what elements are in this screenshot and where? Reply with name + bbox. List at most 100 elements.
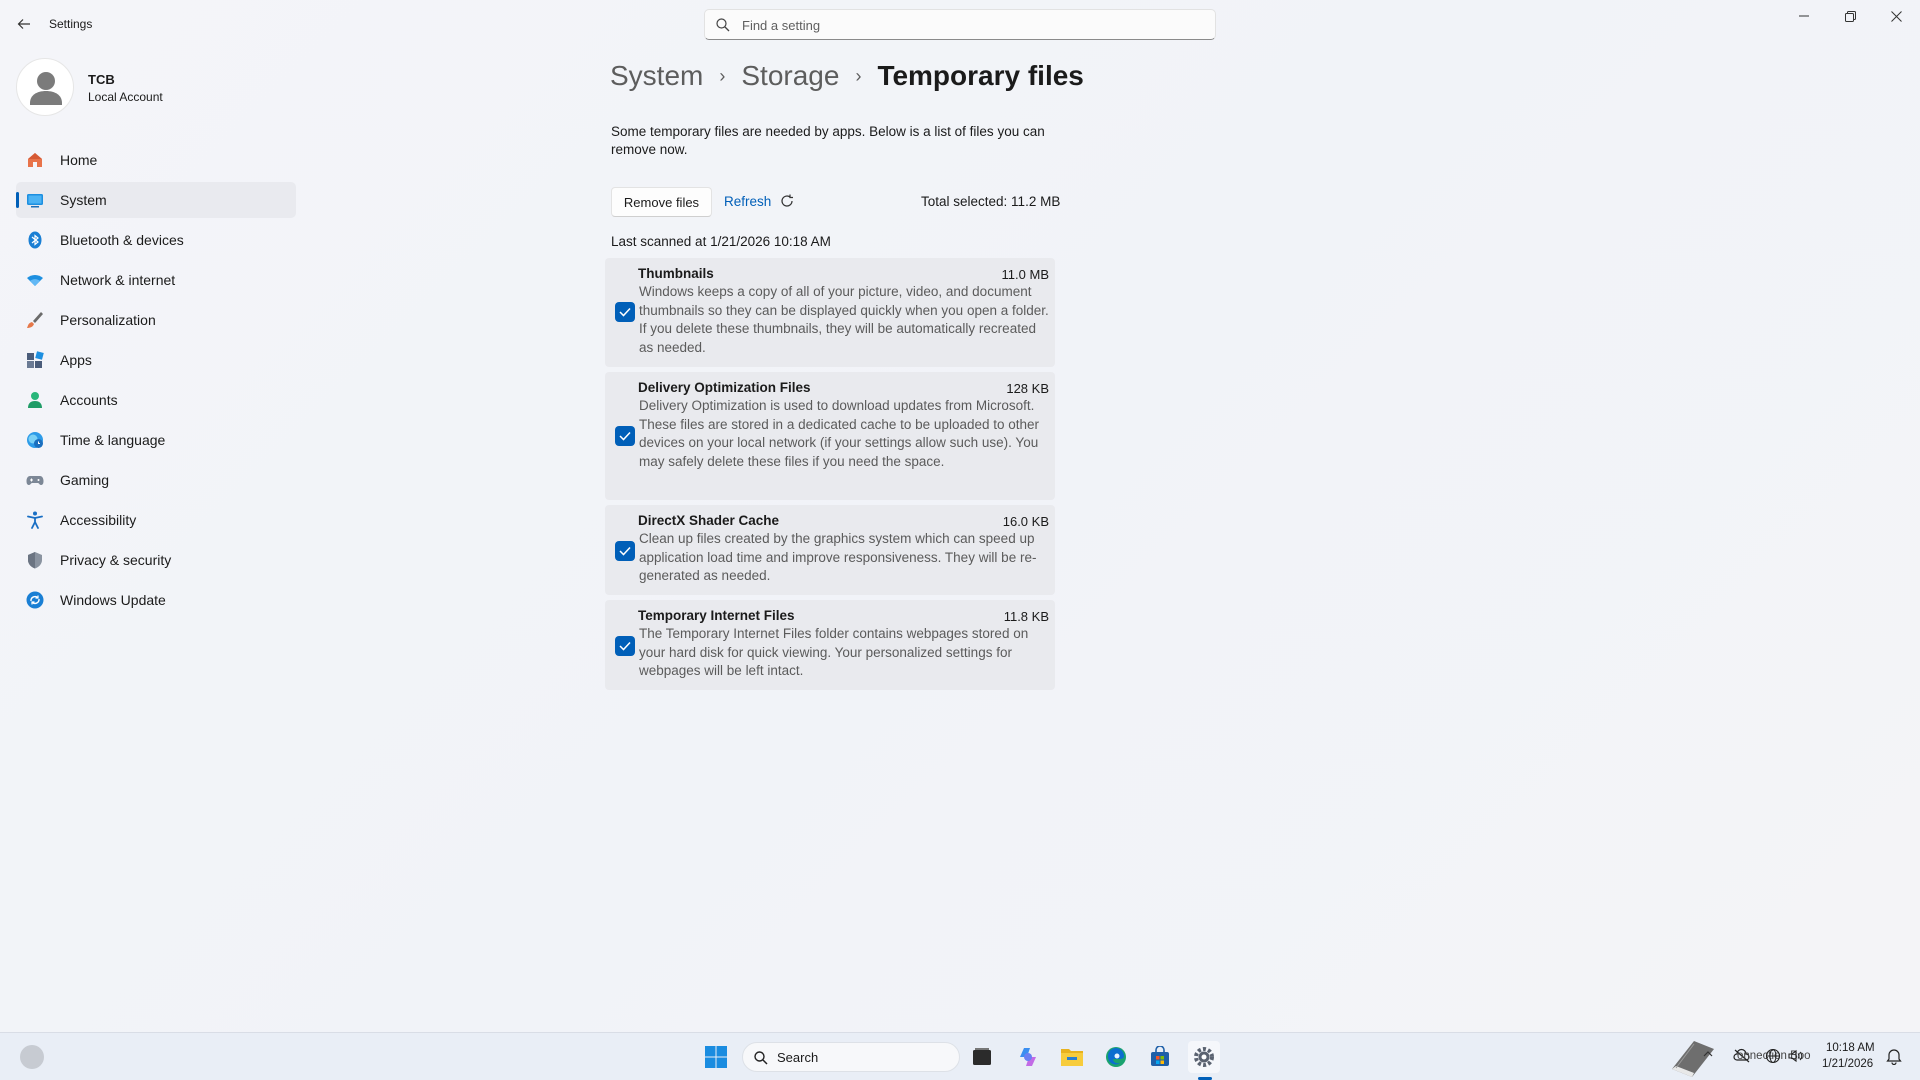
sidebar-item-home[interactable]: Home	[16, 142, 296, 178]
wifi-icon	[27, 275, 43, 286]
edge-icon	[1106, 1047, 1126, 1067]
close-icon	[1890, 10, 1902, 22]
file-size: 128 KB	[1006, 381, 1049, 396]
close-button[interactable]	[1873, 0, 1919, 32]
sidebar-item-label: Windows Update	[60, 592, 166, 608]
globe-network-icon[interactable]	[1765, 1048, 1781, 1064]
file-item-delivery-optimization: Delivery Optimization Files 128 KB Deliv…	[605, 372, 1055, 500]
settings-search-box[interactable]	[704, 9, 1216, 40]
weather-widget-icon[interactable]	[20, 1045, 44, 1069]
home-icon	[28, 153, 42, 167]
copilot-button[interactable]	[1012, 1041, 1044, 1073]
file-description: The Temporary Internet Files folder cont…	[639, 626, 1029, 678]
checkmark-icon	[619, 431, 631, 441]
clock-time[interactable]: 10:18 AM	[1826, 1042, 1875, 1054]
taskbar-search[interactable]: Search	[742, 1042, 960, 1072]
sidebar-item-label: Bluetooth & devices	[60, 232, 184, 248]
sidebar-item-personalization[interactable]: Personalization	[16, 302, 296, 338]
store-icon	[1151, 1046, 1169, 1066]
sidebar-item-label: Privacy & security	[60, 552, 172, 568]
sidebar-nav: Home System Bluetooth & devices Network …	[16, 142, 296, 622]
checkbox-delivery-optimization[interactable]	[615, 426, 635, 446]
sidebar-item-apps[interactable]: Apps	[16, 342, 296, 378]
remove-files-button[interactable]: Remove files	[611, 187, 712, 217]
microsoft-store-button[interactable]	[1144, 1041, 1176, 1073]
task-view-button[interactable]	[966, 1041, 998, 1073]
file-size: 11.8 KB	[1003, 609, 1049, 624]
person-icon	[28, 392, 42, 408]
breadcrumb-system-link[interactable]: System	[610, 60, 703, 92]
user-profile[interactable]: TCB Local Account	[16, 58, 276, 116]
accessibility-icon	[27, 511, 43, 529]
gamepad-icon	[26, 476, 44, 485]
sidebar-item-label: Apps	[60, 352, 92, 368]
chevron-right-icon: ›	[719, 65, 726, 86]
checkbox-thumbnails[interactable]	[615, 302, 635, 322]
chevron-right-icon: ›	[855, 65, 862, 86]
checkmark-icon	[619, 546, 631, 556]
minimize-icon	[1799, 15, 1809, 17]
sidebar-item-accounts[interactable]: Accounts	[16, 382, 296, 418]
file-size: 16.0 KB	[1002, 514, 1049, 529]
total-selected: Total selected: 11.2 MB	[921, 194, 1061, 209]
restore-icon	[1844, 10, 1856, 22]
checkmark-icon	[619, 641, 631, 651]
app-title: Settings	[49, 17, 93, 31]
settings-app-button[interactable]	[1188, 1041, 1220, 1073]
breadcrumb-storage-link[interactable]: Storage	[741, 60, 839, 92]
volume-icon[interactable]	[1787, 1048, 1803, 1064]
sidebar-item-bluetooth[interactable]: Bluetooth & devices	[16, 222, 296, 258]
sidebar-item-privacy[interactable]: Privacy & security	[16, 542, 296, 578]
last-scanned: Last scanned at 1/21/2026 10:18 AM	[611, 234, 831, 249]
edge-browser-button[interactable]	[1100, 1041, 1132, 1073]
windows-logo-icon	[705, 1046, 727, 1068]
apps-icon	[27, 351, 44, 368]
settings-search-input[interactable]	[742, 15, 1182, 35]
checkbox-temporary-internet-files[interactable]	[615, 636, 635, 656]
avatar-person-icon	[30, 72, 62, 105]
sidebar-item-system[interactable]: System	[16, 182, 296, 218]
task-view-icon	[973, 1048, 991, 1065]
back-arrow-icon	[17, 19, 30, 29]
file-description: Delivery Optimization is used to downloa…	[639, 398, 1040, 469]
notification-bell-icon[interactable]	[1886, 1047, 1902, 1066]
sidebar-item-label: Time & language	[60, 432, 166, 448]
file-item-directx-shader-cache: DirectX Shader Cache 16.0 KB Clean up fi…	[605, 505, 1055, 595]
restore-button[interactable]	[1827, 0, 1873, 32]
file-name: Temporary Internet Files	[638, 608, 795, 623]
file-size: 11.0 MB	[1001, 267, 1049, 282]
sidebar-item-label: Network & internet	[60, 272, 176, 288]
taskbar-search-label: Search	[777, 1050, 819, 1065]
sidebar-item-network[interactable]: Network & internet	[16, 262, 296, 298]
sidebar-item-label: Accessibility	[60, 512, 137, 528]
minimize-button[interactable]	[1781, 0, 1827, 32]
breadcrumb: System › Storage › Temporary files	[610, 56, 1084, 96]
sidebar-item-accessibility[interactable]: Accessibility	[16, 502, 296, 538]
sidebar-item-label: Personalization	[60, 312, 156, 328]
profile-account-type: Local Account	[88, 90, 163, 104]
sidebar-item-gaming[interactable]: Gaming	[16, 462, 296, 498]
file-item-temporary-internet-files: Temporary Internet Files 11.8 KB The Tem…	[605, 600, 1055, 690]
start-button[interactable]	[700, 1041, 732, 1073]
sidebar-item-time-language[interactable]: Time & language	[16, 422, 296, 458]
sidebar-item-label: Gaming	[60, 472, 110, 488]
back-button[interactable]	[12, 12, 36, 36]
settings-window: Settings TCB Local Account Home	[0, 0, 1920, 1032]
globe-clock-icon	[27, 432, 43, 448]
clock-date[interactable]: 1/21/2026	[1822, 1058, 1873, 1070]
copilot-icon	[1020, 1048, 1036, 1066]
update-icon	[26, 591, 44, 609]
file-explorer-button[interactable]	[1056, 1041, 1088, 1073]
checkbox-directx-shader-cache[interactable]	[615, 541, 635, 561]
taskbar: Search onnection Boo 10:18 AM 1/21/2026	[0, 1032, 1920, 1080]
search-icon	[754, 1051, 768, 1065]
sidebar-item-label: Accounts	[60, 392, 118, 408]
search-icon	[716, 18, 730, 32]
refresh-link[interactable]: Refresh	[724, 193, 795, 209]
temp-files-list: Thumbnails 11.0 MB Windows keeps a copy …	[605, 258, 1055, 695]
title-bar: Settings	[0, 0, 1920, 48]
checkmark-icon	[619, 307, 631, 317]
chevron-up-icon[interactable]	[1702, 1047, 1716, 1061]
gear-icon	[1194, 1047, 1214, 1067]
sidebar-item-windows-update[interactable]: Windows Update	[16, 582, 296, 618]
